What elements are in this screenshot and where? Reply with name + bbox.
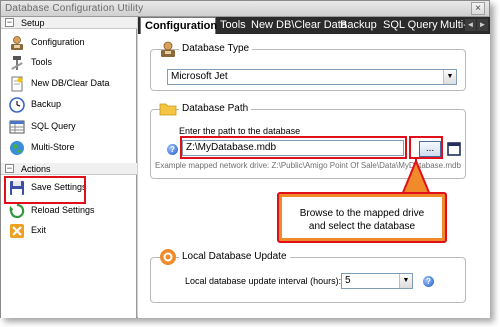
sidebar-item-label: Reload Settings xyxy=(31,205,95,215)
collapse-toggle-icon[interactable]: − xyxy=(5,164,14,173)
database-type-select[interactable]: Microsoft Jet ▼ xyxy=(167,69,457,85)
sidebar-item-label: Tools xyxy=(31,57,53,67)
actions-header-label: Actions xyxy=(21,164,51,174)
close-button[interactable]: × xyxy=(471,2,485,15)
database-path-title: Database Path xyxy=(179,103,252,114)
sidebar: − Setup Configuration Tools New DB/Clear… xyxy=(1,17,137,318)
configuration-icon xyxy=(11,36,23,50)
database-type-group: Database Type Microsoft Jet ▼ xyxy=(150,41,466,91)
configuration-panel: Database Type Microsoft Jet ▼ Database P… xyxy=(138,34,490,318)
local-update-group: Local Database Update Local database upd… xyxy=(150,249,466,303)
dropdown-arrow-icon[interactable]: ▼ xyxy=(443,70,456,84)
tab-tools[interactable]: Tools xyxy=(220,17,246,34)
window-title: Database Configuration Utility xyxy=(5,3,144,14)
sidebar-item-label: New DB/Clear Data xyxy=(31,78,110,88)
update-interval-select[interactable]: 5 ▼ xyxy=(341,273,413,289)
sidebar-item-multi-store[interactable]: Multi-Store xyxy=(1,138,137,158)
browse-button-highlight xyxy=(409,136,443,159)
browse-callout: Browse to the mapped drive and select th… xyxy=(277,192,447,243)
sidebar-item-backup[interactable]: Backup xyxy=(1,95,137,115)
new-db-icon xyxy=(11,76,23,92)
setup-header-label: Setup xyxy=(21,18,45,28)
local-update-label: Local database update interval (hours): xyxy=(185,276,342,286)
sidebar-item-reload-settings[interactable]: Reload Settings xyxy=(1,201,137,221)
sidebar-item-label: Backup xyxy=(31,99,62,109)
database-type-value: Microsoft Jet xyxy=(171,71,228,82)
callout-text: Browse to the mapped drive and select th… xyxy=(282,207,442,233)
tab-scroll-left-icon[interactable]: ◄ xyxy=(465,19,476,31)
app-window: Database Configuration Utility × − Setup… xyxy=(0,0,490,318)
window-icon[interactable] xyxy=(447,142,461,156)
dropdown-arrow-icon[interactable]: ▼ xyxy=(399,274,412,288)
tab-strip: Configuration Tools New DB\Clear Data Ba… xyxy=(138,17,490,34)
database-type-title: Database Type xyxy=(179,43,253,54)
database-path-prompt: Enter the path to the database xyxy=(179,126,301,136)
sidebar-item-exit[interactable]: Exit xyxy=(1,221,137,241)
sidebar-item-label: Multi-Store xyxy=(31,142,75,152)
tools-icon xyxy=(11,56,23,70)
sidebar-item-sql-query[interactable]: SQL Query xyxy=(1,117,137,137)
path-input-highlight xyxy=(180,136,407,159)
tab-backup[interactable]: Backup xyxy=(340,17,377,34)
sidebar-item-tools[interactable]: Tools xyxy=(1,53,137,73)
globe-icon xyxy=(10,141,24,155)
sidebar-item-label: Configuration xyxy=(31,37,85,47)
title-bar: Database Configuration Utility × xyxy=(1,1,489,17)
local-update-title: Local Database Update xyxy=(179,251,290,262)
database-type-icon xyxy=(161,41,175,57)
folder-icon xyxy=(159,103,177,116)
path-help-icon[interactable]: ? xyxy=(167,144,178,155)
setup-section-header[interactable]: − Setup xyxy=(1,17,137,29)
save-settings-highlight xyxy=(4,176,86,204)
tab-sql-query[interactable]: SQL Query xyxy=(383,17,438,34)
actions-section-header[interactable]: − Actions xyxy=(1,163,137,175)
sidebar-item-label: SQL Query xyxy=(31,121,76,131)
local-update-icon xyxy=(160,249,176,265)
callout-line-1: Browse to the mapped drive xyxy=(299,208,425,219)
interval-help-icon[interactable]: ? xyxy=(423,276,434,287)
tab-configuration[interactable]: Configuration xyxy=(140,17,217,34)
callout-line-2: and select the database xyxy=(308,221,416,232)
reload-icon xyxy=(9,203,25,219)
tab-scroll-right-icon[interactable]: ► xyxy=(477,19,488,31)
callout-inner: Browse to the mapped drive and select th… xyxy=(282,197,442,238)
sidebar-item-configuration[interactable]: Configuration xyxy=(1,33,137,53)
collapse-toggle-icon[interactable]: − xyxy=(5,18,14,27)
sidebar-item-new-db[interactable]: New DB/Clear Data xyxy=(1,74,137,94)
sql-query-icon xyxy=(9,120,25,134)
callout-pointer-icon xyxy=(400,161,432,195)
backup-clock-icon xyxy=(9,97,25,113)
sidebar-item-label: Exit xyxy=(31,225,47,235)
update-interval-value: 5 xyxy=(345,275,351,286)
tab-new-db[interactable]: New DB\Clear Data xyxy=(251,17,347,34)
exit-icon xyxy=(10,224,24,238)
